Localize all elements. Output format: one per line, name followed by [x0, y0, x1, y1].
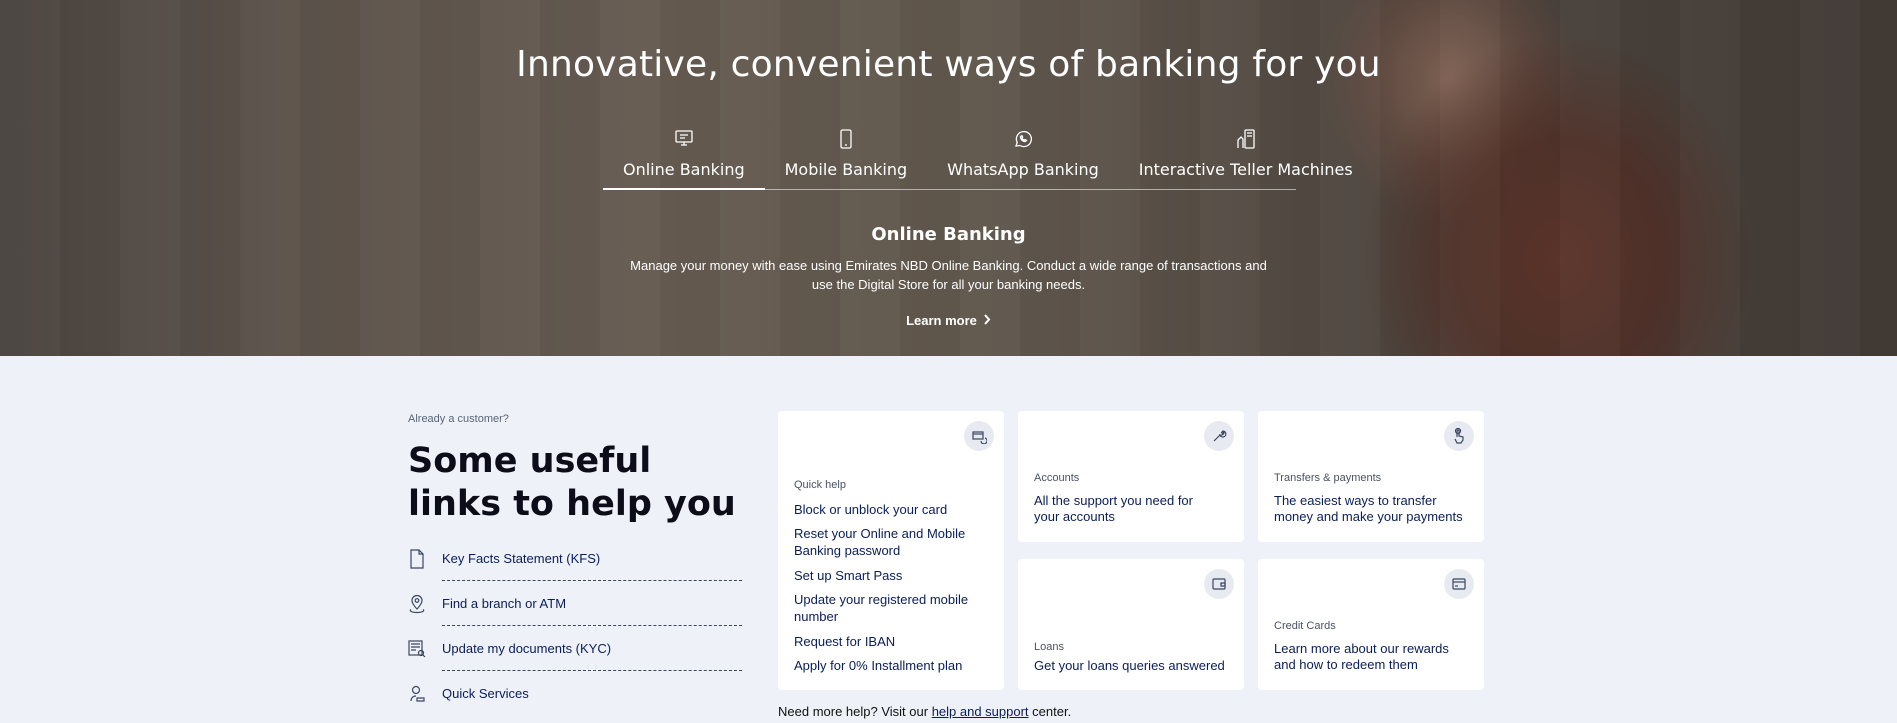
teller-machine-icon — [1237, 129, 1255, 149]
whatsapp-icon — [1015, 130, 1032, 148]
link-key-facts-statement[interactable]: Key Facts Statement (KFS) — [408, 536, 742, 581]
link-label: Quick Services — [442, 686, 529, 701]
card-title: Credit Cards — [1274, 620, 1336, 632]
credit-card-icon — [1444, 569, 1474, 599]
loans-card[interactable]: Loans Get your loans queries answered — [1018, 559, 1244, 690]
link-label: Find a branch or ATM — [442, 596, 567, 611]
quick-services-icon — [410, 685, 425, 702]
link-quick-services[interactable]: Quick Services — [408, 671, 742, 716]
help-support-link[interactable]: help and support — [932, 704, 1029, 719]
banking-tabs: Online Banking Mobile Banking WhatsApp B… — [603, 126, 1353, 190]
tab-label: WhatsApp Banking — [947, 160, 1099, 179]
link-label: Update my documents (KYC) — [442, 641, 612, 656]
tab-label: Interactive Teller Machines — [1138, 160, 1353, 179]
tab-label: Online Banking — [623, 160, 745, 179]
panel-description: Manage your money with ease using Emirat… — [630, 258, 1267, 292]
wallet-icon — [1204, 569, 1234, 599]
card-description: Learn more about our rewards and how to … — [1274, 641, 1449, 672]
tab-mobile-banking[interactable]: Mobile Banking — [765, 126, 928, 189]
hero-title: Innovative, convenient ways of banking f… — [516, 44, 1381, 85]
useful-links-list: Key Facts Statement (KFS) Find a branch … — [408, 536, 742, 716]
quick-help-card: Quick help Block or unblock your card Re… — [778, 411, 1004, 690]
card-title: Loans — [1034, 641, 1064, 653]
document-search-icon — [408, 639, 426, 657]
section-title: Some useful links to help you — [408, 441, 736, 524]
link-reset-password[interactable]: Reset your Online and Mobile Banking pas… — [794, 525, 984, 559]
link-installment-plan[interactable]: Apply for 0% Installment plan — [794, 657, 994, 674]
tab-whatsapp-banking[interactable]: WhatsApp Banking — [927, 126, 1119, 189]
chevron-right-icon — [983, 313, 991, 328]
eyebrow-text: Already a customer? — [408, 413, 509, 425]
card-title: Accounts — [1034, 472, 1080, 484]
tab-online-banking[interactable]: Online Banking — [603, 126, 765, 190]
link-label: Key Facts Statement (KFS) — [442, 551, 601, 566]
help-suffix: center. — [1028, 704, 1072, 719]
location-pin-icon — [409, 594, 425, 613]
accounts-card[interactable]: Accounts All the support you need for yo… — [1018, 411, 1244, 542]
link-update-mobile[interactable]: Update your registered mobile number — [794, 591, 994, 625]
transfers-payments-card[interactable]: Transfers & payments The easiest ways to… — [1258, 411, 1484, 542]
card-refresh-icon — [964, 421, 994, 451]
link-request-iban[interactable]: Request for IBAN — [794, 633, 994, 650]
link-find-branch-atm[interactable]: Find a branch or ATM — [408, 581, 742, 626]
help-prefix: Need more help? Visit our — [778, 704, 932, 719]
card-description: Get your loans queries answered — [1034, 658, 1225, 673]
link-update-documents[interactable]: Update my documents (KYC) — [408, 626, 742, 671]
credit-cards-card[interactable]: Credit Cards Learn more about our reward… — [1258, 559, 1484, 690]
learn-more-label: Learn more — [906, 313, 977, 328]
learn-more-link[interactable]: Learn more — [0, 313, 1897, 328]
help-line: Need more help? Visit our help and suppo… — [778, 704, 1071, 719]
wrench-icon — [1204, 421, 1234, 451]
tab-interactive-teller-machines[interactable]: Interactive Teller Machines — [1119, 126, 1373, 189]
panel-title: Online Banking — [871, 224, 1026, 245]
link-block-card[interactable]: Block or unblock your card — [794, 501, 994, 518]
document-icon — [410, 548, 424, 569]
mobile-phone-icon — [840, 129, 852, 149]
link-smart-pass[interactable]: Set up Smart Pass — [794, 567, 994, 584]
online-banking-icon — [675, 130, 693, 146]
hand-tap-icon — [1444, 421, 1474, 451]
card-title: Quick help — [794, 479, 846, 491]
card-description: All the support you need for your accoun… — [1034, 493, 1193, 524]
card-title: Transfers & payments — [1274, 472, 1382, 484]
hero-banner: Innovative, convenient ways of banking f… — [0, 0, 1897, 356]
tab-label: Mobile Banking — [784, 160, 908, 179]
card-description: The easiest ways to transfer money and m… — [1274, 493, 1463, 524]
